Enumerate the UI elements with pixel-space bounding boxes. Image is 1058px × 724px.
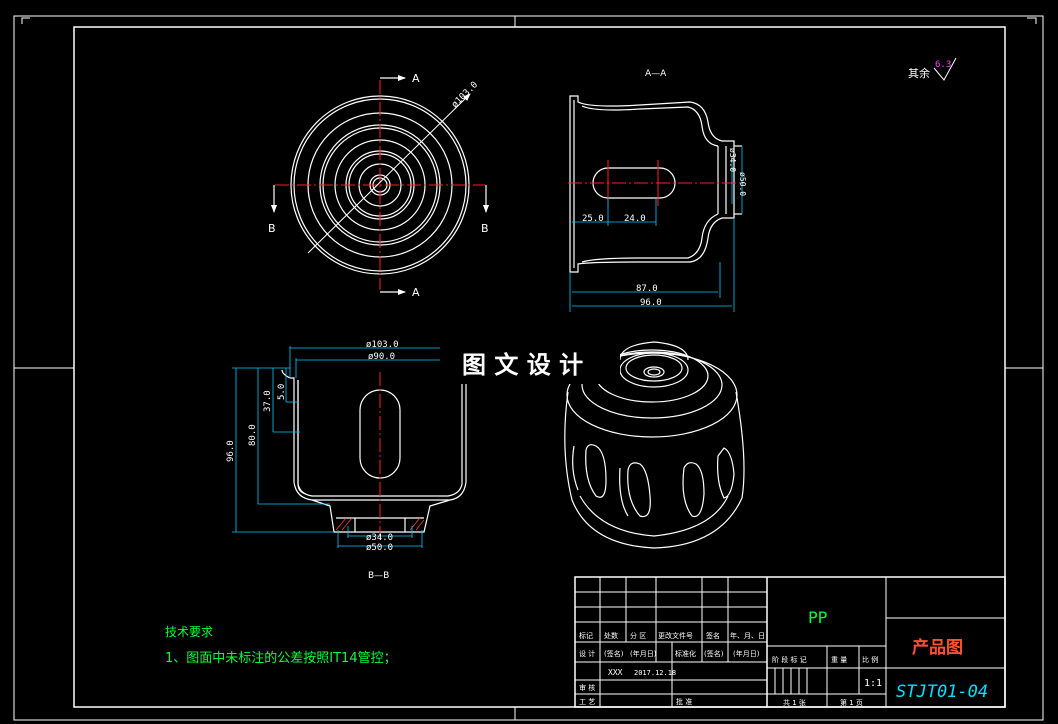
tb-qianming3: (签名) bbox=[704, 649, 724, 658]
top-view bbox=[271, 75, 489, 295]
tb-bili: 比 例 bbox=[862, 655, 878, 664]
tb-scale: 1:1 bbox=[864, 678, 882, 689]
bb-dim-37: 37.0 bbox=[263, 390, 273, 412]
tb-sheji: 设 计 bbox=[579, 649, 595, 658]
bb-dim-80: 80.0 bbox=[248, 424, 258, 446]
tech-line-1: 1、图面中未标注的公差按照IT14管控； bbox=[165, 650, 397, 666]
bb-dim-103: ø103.0 bbox=[366, 340, 399, 350]
aa-dim-side-2: ø50.0 bbox=[738, 172, 747, 196]
tech-heading: 技术要求 bbox=[165, 625, 213, 639]
aa-dim-24: 24.0 bbox=[624, 214, 646, 224]
roughness-value: 6.3 bbox=[935, 60, 951, 70]
tb-nianyueri: 年、月、日 bbox=[730, 631, 765, 640]
title-block-text: 标记 处数 分 区 更改文件号 签名 年、月、日 设 计 (签名) (年月日) … bbox=[579, 608, 988, 707]
bb-dim-50: ø50.0 bbox=[366, 543, 393, 553]
aa-dim-87: 87.0 bbox=[636, 284, 658, 294]
watermark-text: 图 文 设 计 bbox=[462, 351, 583, 379]
aa-dim-96: 96.0 bbox=[640, 298, 662, 308]
bb-dim-90: ø90.0 bbox=[368, 352, 395, 362]
tb-sheets-total: 共 1 张 bbox=[783, 698, 806, 707]
top-diameter-label: ø103.0 bbox=[450, 80, 480, 110]
bb-dim-34: ø34.0 bbox=[366, 533, 393, 543]
cut-label-a-bottom: A bbox=[412, 286, 420, 299]
section-bb-label: B—B bbox=[368, 571, 389, 581]
tb-nyr2: (年月日) bbox=[630, 649, 657, 658]
tb-shenhe: 审 核 bbox=[579, 683, 595, 692]
cut-label-b-left: B bbox=[268, 222, 276, 235]
tb-drawing-number: STJT01-04 bbox=[896, 682, 988, 702]
bb-dim-5: 5.0 bbox=[277, 384, 287, 400]
cut-label-a-top: A bbox=[412, 72, 420, 85]
tb-material: PP bbox=[808, 608, 828, 627]
tb-nyr3: (年月日) bbox=[733, 649, 760, 658]
aa-dim-25: 25.0 bbox=[582, 214, 604, 224]
tb-gengai: 更改文件号 bbox=[658, 631, 693, 640]
cut-label-b-right: B bbox=[481, 222, 489, 235]
bb-dim-96: 96.0 bbox=[226, 440, 236, 462]
section-bb-view bbox=[232, 346, 479, 548]
tb-qianming2: (签名) bbox=[604, 649, 624, 658]
tb-biaoji: 标记 bbox=[579, 631, 593, 640]
tb-date: 2017.12.18 bbox=[634, 669, 676, 677]
tb-sheet-no: 第 1 页 bbox=[840, 698, 863, 707]
tb-fenqu: 分 区 bbox=[630, 631, 646, 640]
tb-chushu: 处数 bbox=[604, 631, 618, 640]
aa-dim-side-1: ø34.0 bbox=[728, 148, 737, 172]
section-aa-label: A—A bbox=[645, 69, 667, 79]
tb-qianming: 签名 bbox=[706, 631, 720, 640]
cad-drawing: A A B B ø103.0 A—A 25.0 24.0 87.0 96.0 ø… bbox=[13, 15, 1044, 721]
tb-drawing-name: 产品图 bbox=[912, 637, 963, 658]
tb-pizhun: 批 准 bbox=[676, 697, 692, 706]
tb-designer: XXX bbox=[608, 668, 623, 677]
tb-biaozhunhua: 标准化 bbox=[675, 649, 696, 658]
section-aa-view bbox=[568, 95, 745, 312]
tb-zhongliang: 重 量 bbox=[831, 656, 847, 664]
roughness-label: 其余 bbox=[908, 66, 930, 80]
tb-gongyi: 工 艺 bbox=[579, 698, 595, 706]
tb-jieduan: 阶 段 标 记 bbox=[772, 655, 807, 664]
